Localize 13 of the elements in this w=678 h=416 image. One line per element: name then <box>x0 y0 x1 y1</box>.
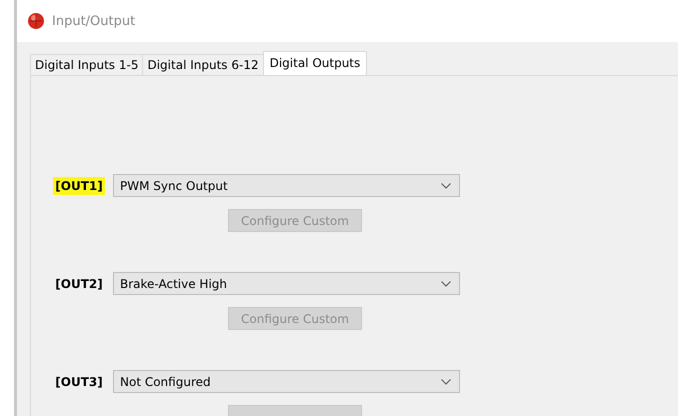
dropdown[interactable]: Brake-Active High <box>113 272 460 295</box>
output-label: [OUT3] <box>54 374 104 390</box>
window-title: Input/Output <box>52 14 136 28</box>
dropdown[interactable]: PWM Sync Output <box>113 174 460 197</box>
output-label: [OUT1] <box>53 176 105 194</box>
app-icon <box>27 12 45 30</box>
chevron-down-icon <box>441 378 451 384</box>
chevron-down-icon <box>441 280 451 286</box>
tab[interactable]: Digital Outputs <box>262 51 368 75</box>
chevron-down-icon <box>441 182 451 188</box>
dropdown[interactable]: Not Configured <box>113 370 460 393</box>
output-label: [OUT2] <box>54 276 104 292</box>
tab[interactable]: Digital Inputs 1-5 <box>30 54 144 75</box>
